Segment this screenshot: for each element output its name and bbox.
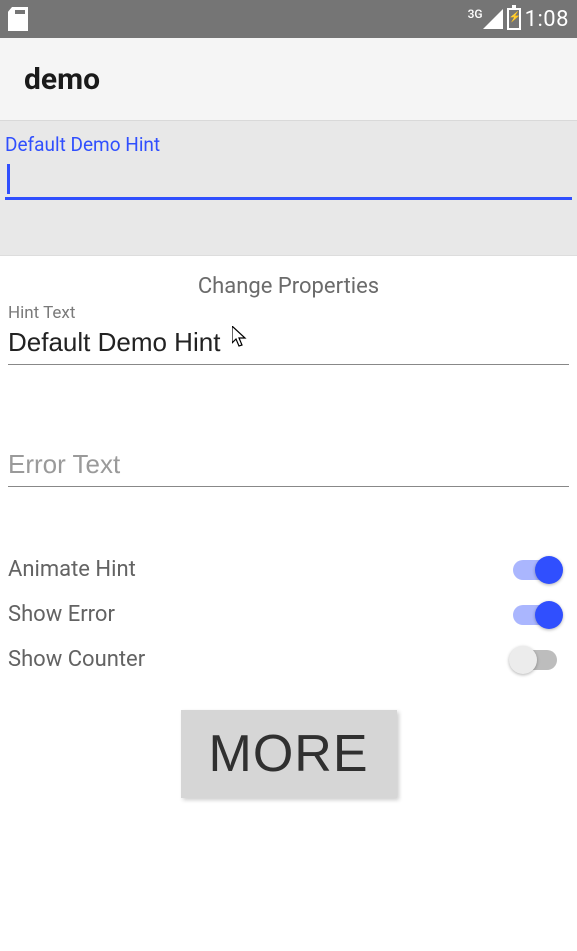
animate-hint-label: Animate Hint (8, 557, 136, 582)
hint-text-label: Hint Text (8, 303, 569, 323)
app-title: demo (24, 62, 100, 97)
signal-icon (483, 9, 503, 29)
network-type: 3G (468, 7, 483, 21)
text-cursor-icon (7, 164, 10, 194)
more-button[interactable]: MORE (181, 710, 397, 798)
sd-card-icon (8, 7, 28, 31)
show-counter-label: Show Counter (8, 647, 145, 672)
status-bar: 3G 1:08 (0, 0, 577, 38)
battery-charging-icon (507, 8, 521, 30)
clock: 1:08 (525, 7, 569, 32)
demo-input-section: Default Demo Hint (0, 121, 577, 256)
error-text-input[interactable] (8, 445, 569, 487)
hint-text-input[interactable] (8, 323, 569, 365)
properties-section-title: Change Properties (8, 274, 569, 299)
floating-hint-label: Default Demo Hint (5, 133, 572, 156)
show-error-label: Show Error (8, 602, 115, 627)
app-bar: demo (0, 38, 577, 121)
show-error-switch[interactable] (513, 605, 557, 625)
animate-hint-switch[interactable] (513, 560, 557, 580)
demo-input[interactable] (5, 162, 572, 200)
show-counter-switch[interactable] (513, 650, 557, 670)
